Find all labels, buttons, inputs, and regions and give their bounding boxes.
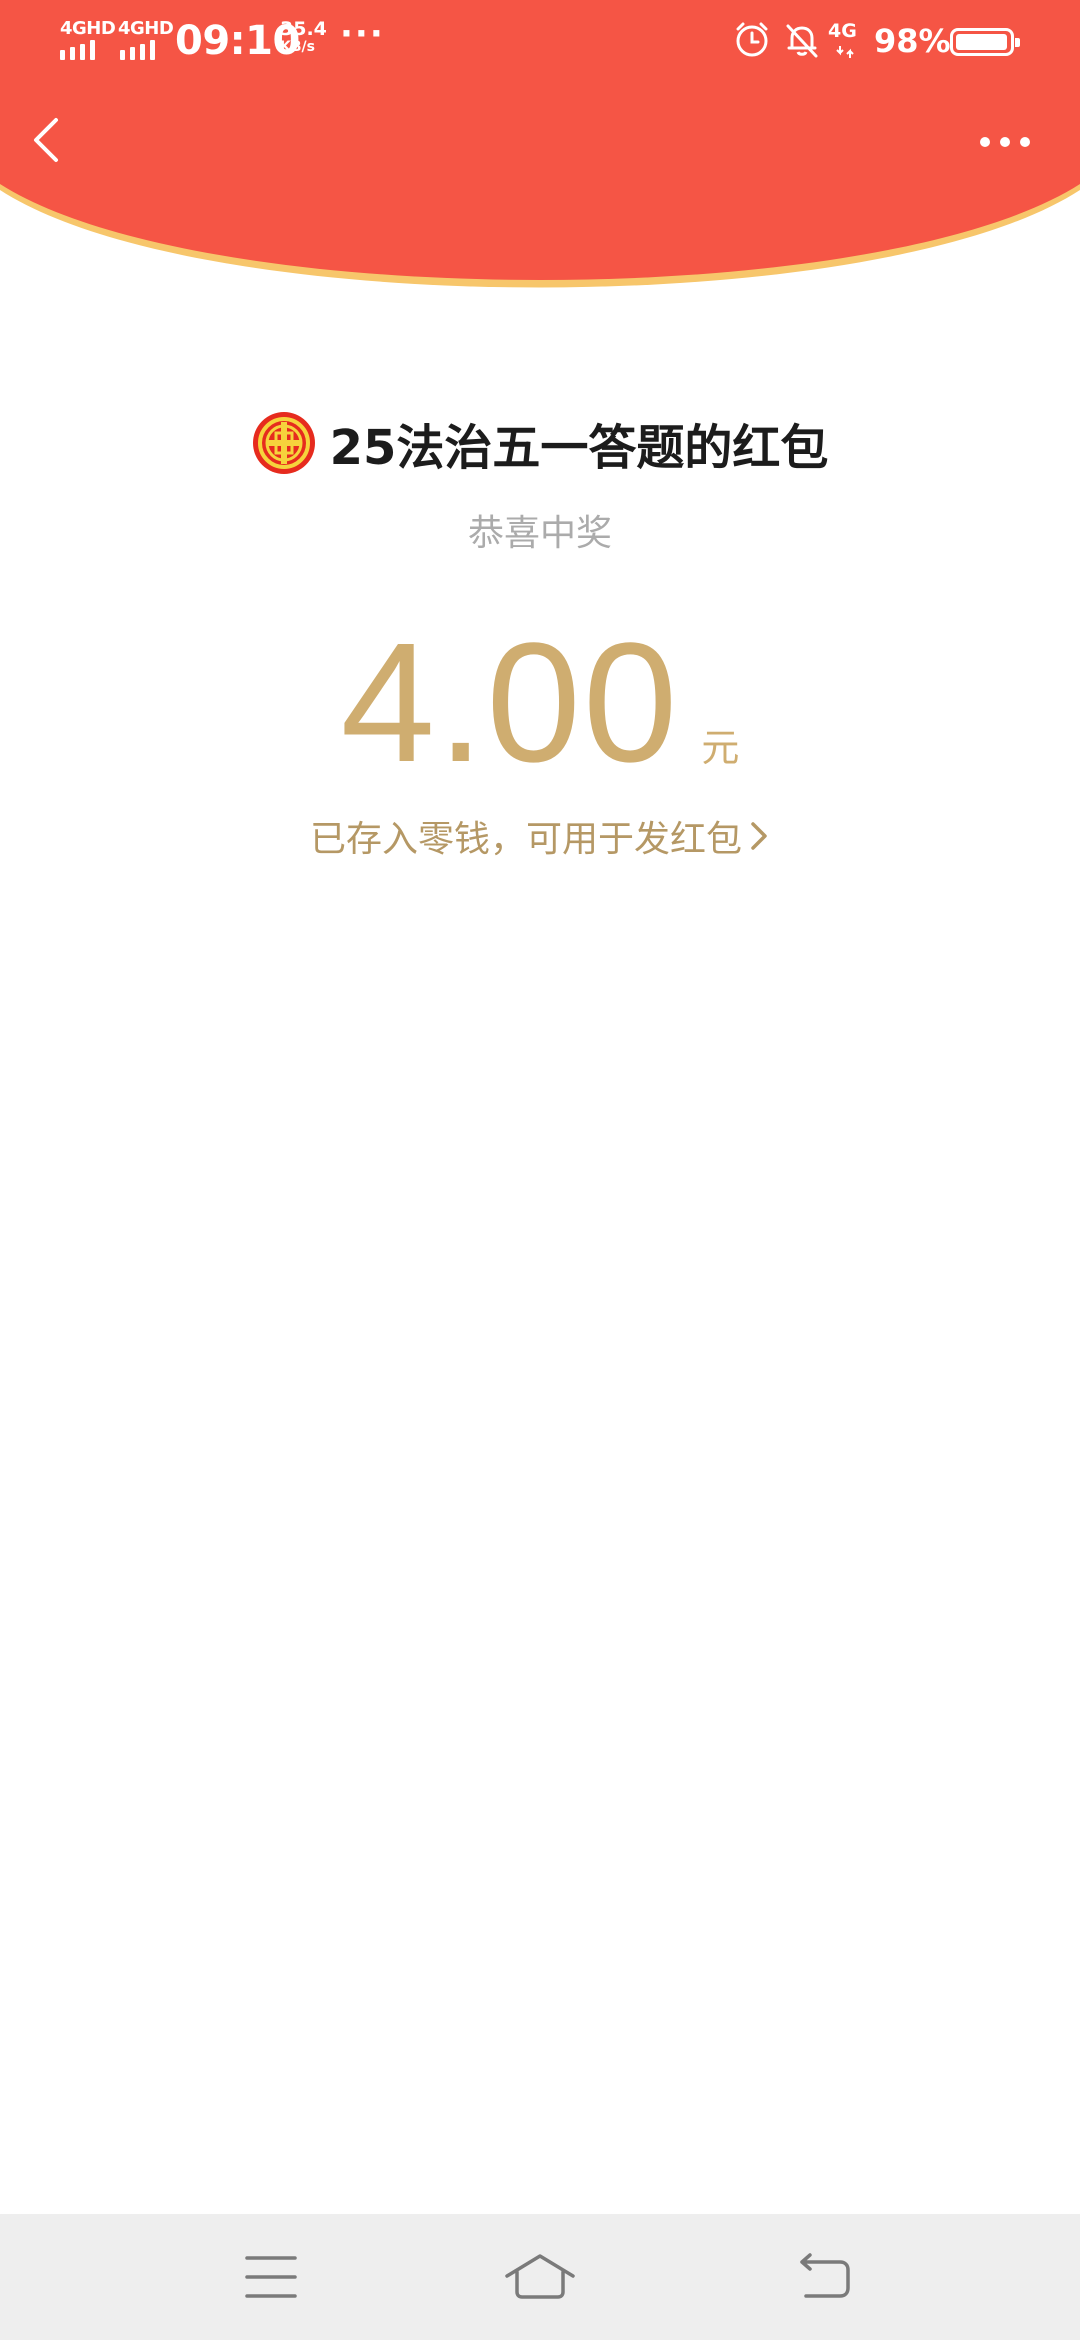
sim1-label: 4GHD [60,18,116,39]
back-nav-button[interactable] [780,2242,870,2312]
more-horizontal-icon [980,137,990,147]
more-options-button[interactable] [960,118,1050,168]
more-notifications-indicator: ··· [340,14,385,54]
back-icon [800,2253,850,2298]
amount-row: 4.00 元 [0,618,1080,788]
alarm-icon [736,22,768,57]
home-button[interactable] [495,2242,585,2312]
menu-icon [245,2256,297,2298]
red-packet-title-row: 25法治五一答题的红包 [0,408,1080,478]
menu-button[interactable] [226,2242,316,2312]
status-bar: 4GHD 4GHD 09:10 35.4 KB/s ··· 4G 98% [0,0,1080,84]
home-icon [505,2254,575,2299]
amount-value: 4.00 [340,608,680,798]
network-speed-value: 35.4 [280,18,327,40]
chevron-right-icon [751,822,767,850]
wallet-link[interactable]: 已存入零钱，可用于发红包 [0,810,1080,862]
network-speed-unit: KB/s [280,39,315,55]
signal-icon [120,40,155,60]
sim2-signal: 4GHD [118,18,174,62]
sim1-signal: 4GHD [58,18,116,62]
network-speed: 35.4 KB/s [280,20,330,56]
trade-union-emblem-icon [252,412,315,474]
wallet-link-text: 已存入零钱，可用于发红包 [309,819,742,860]
battery-percent: 98% [874,22,951,60]
red-packet-title: 25法治五一答题的红包 [329,420,829,476]
system-navigation-bar [0,2214,1080,2340]
amount-unit: 元 [701,726,740,770]
red-packet-subtitle: 恭喜中奖 [467,513,612,554]
sim2-label: 4GHD [118,18,174,39]
signal-icon [60,40,95,60]
chevron-left-icon [34,118,58,162]
network-icon [836,46,854,58]
back-button[interactable] [18,104,78,174]
network-type-label: 4G [828,20,857,42]
battery-icon [950,28,1020,56]
mute-icon [786,24,818,58]
